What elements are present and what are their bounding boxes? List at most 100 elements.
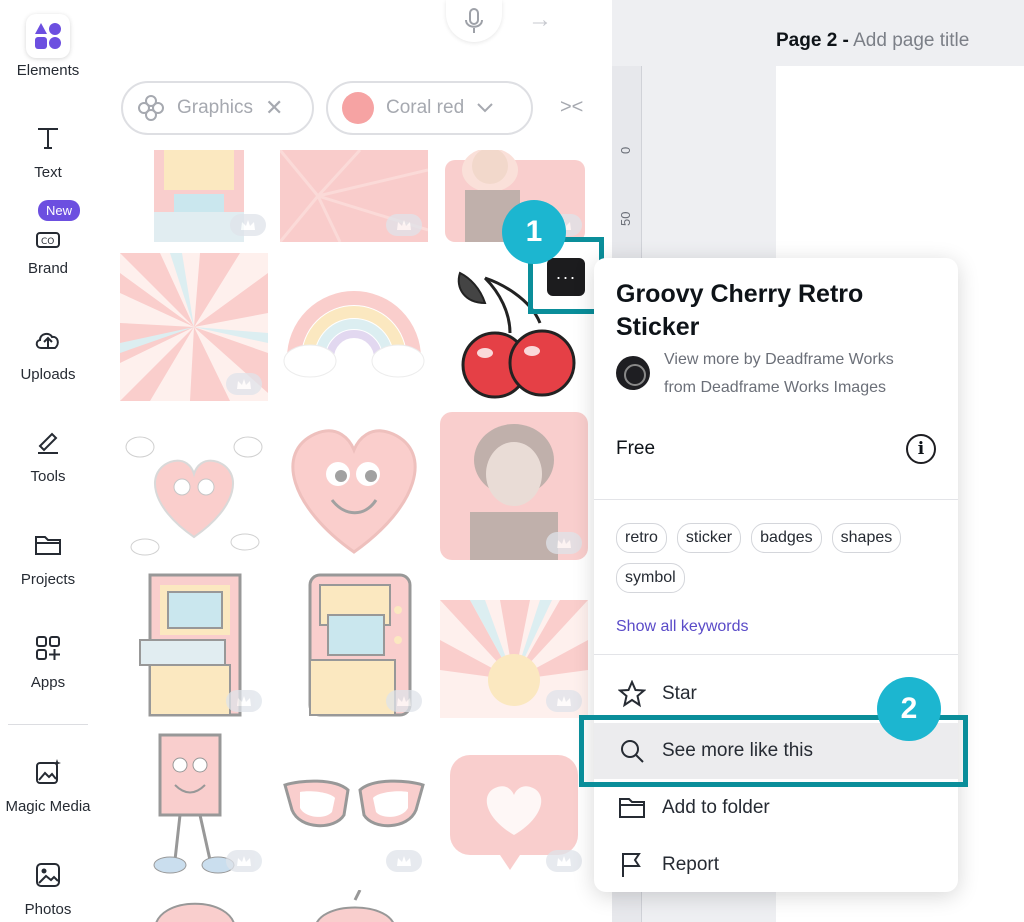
grid-item-sunburst-square[interactable] [120, 253, 268, 401]
grid-item-sunglasses[interactable] [280, 730, 428, 878]
divider [594, 499, 958, 500]
page-label: Page 2 - [776, 30, 849, 51]
premium-crown-icon [546, 850, 582, 872]
premium-crown-icon [386, 690, 422, 712]
premium-crown-icon [226, 850, 262, 872]
close-icon[interactable]: ✕ [265, 95, 283, 121]
grid-item-partial[interactable] [150, 890, 240, 922]
grid-item-arcade-game[interactable] [120, 570, 268, 718]
svg-text:CO: CO [41, 237, 54, 247]
sidebar-item-text[interactable]: Text [0, 116, 96, 181]
menu-item-report[interactable]: Report [594, 837, 958, 893]
folder-icon [619, 798, 645, 818]
price-row: Free i [616, 434, 936, 464]
keyword-chip[interactable]: symbol [616, 563, 685, 593]
grid-item-arcade-cabinet[interactable] [124, 150, 272, 242]
grid-item-heart-bubble[interactable] [440, 730, 588, 878]
keyword-list: retro sticker badges shapes symbol [616, 523, 946, 593]
sidebar-item-photos[interactable]: Photos [0, 853, 96, 918]
folder-icon [26, 523, 70, 567]
grid-item-arcade-machine[interactable] [280, 570, 428, 718]
filter-chip-graphics[interactable]: Graphics ✕ [121, 81, 314, 135]
sidebar-item-tools[interactable]: Tools [0, 420, 96, 485]
ruler-mark: 50 [618, 211, 633, 226]
item-title: Groovy Cherry Retro Sticker [616, 280, 864, 341]
sidebar: Elements Text New CO Brand Uploads Tools… [0, 0, 96, 922]
info-icon[interactable]: i [906, 434, 936, 464]
sidebar-item-label: Magic Media [5, 798, 91, 815]
sidebar-item-label: Elements [16, 62, 80, 79]
cloud-upload-icon [26, 318, 70, 362]
sidebar-item-label: Tools [30, 468, 66, 485]
color-swatch [342, 92, 374, 124]
new-badge: New [38, 200, 81, 221]
author-source: from Deadframe Works Images [664, 379, 886, 396]
show-all-keywords-link[interactable]: Show all keywords [616, 618, 749, 636]
sidebar-item-label: Projects [20, 571, 76, 588]
more-filters-icon[interactable]: >< [560, 96, 583, 119]
page-title[interactable]: Page 2 - Add page title [776, 30, 969, 52]
menu-item-label: Report [662, 854, 720, 875]
premium-crown-icon [546, 532, 582, 554]
sidebar-item-projects[interactable]: Projects [0, 523, 96, 588]
premium-crown-icon [386, 850, 422, 872]
avatar [616, 356, 650, 390]
keyword-chip[interactable]: sticker [676, 523, 742, 553]
apps-grid-icon [26, 626, 70, 670]
premium-crown-icon [226, 373, 262, 395]
voice-search-button[interactable] [446, 0, 502, 42]
sidebar-item-elements[interactable]: Elements [0, 14, 96, 79]
price-label: Free [616, 438, 656, 459]
sidebar-item-brand[interactable]: CO Brand [0, 220, 96, 277]
premium-crown-icon [386, 214, 422, 236]
step-marker-2: 2 [877, 677, 941, 741]
author-link[interactable]: View more by Deadframe Works [664, 346, 894, 374]
text-icon [26, 116, 70, 160]
grid-item-rainbow[interactable] [280, 253, 428, 401]
grid-item-smiling-heart[interactable] [280, 412, 428, 560]
sidebar-item-label: Apps [30, 674, 66, 691]
divider [594, 654, 958, 655]
sidebar-item-label: Text [34, 164, 62, 181]
keyword-chip[interactable]: shapes [831, 523, 902, 553]
sidebar-item-label: Uploads [20, 366, 76, 383]
photo-icon [26, 853, 70, 897]
ruler-mark: 0 [618, 146, 633, 154]
grid-item-sunburst-rectangle[interactable] [280, 150, 428, 242]
sidebar-item-magic-media[interactable]: Magic Media [0, 750, 96, 815]
sidebar-item-apps[interactable]: Apps [0, 626, 96, 691]
keyword-chip[interactable]: retro [616, 523, 667, 553]
sidebar-item-uploads[interactable]: Uploads [0, 318, 96, 383]
star-icon [618, 680, 646, 708]
premium-crown-icon [546, 690, 582, 712]
menu-item-label: Star [662, 683, 697, 704]
page-title-placeholder[interactable]: Add page title [853, 30, 969, 51]
step-marker-1: 1 [502, 200, 566, 264]
premium-crown-icon [226, 690, 262, 712]
results-grid [110, 150, 600, 922]
keyword-chip[interactable]: badges [751, 523, 822, 553]
sidebar-item-label: Brand [27, 260, 69, 277]
author-info[interactable]: View more by Deadframe Works from Deadfr… [616, 346, 894, 402]
sidebar-item-label: Photos [24, 901, 72, 918]
grid-item-heart-character[interactable] [120, 412, 268, 560]
menu-item-add-to-folder[interactable]: Add to folder [594, 780, 958, 836]
grid-item-shh-woman[interactable] [440, 412, 588, 560]
item-details-popover: Groovy Cherry Retro Sticker View more by… [594, 258, 958, 892]
magic-image-icon [26, 750, 70, 794]
grid-item-sunset-burst[interactable] [440, 570, 588, 718]
filter-chip-label: Graphics [177, 97, 254, 118]
elements-icon [26, 14, 70, 58]
sidebar-divider [8, 724, 88, 725]
filter-chip-color[interactable]: Coral red [326, 81, 533, 135]
premium-crown-icon [230, 214, 266, 236]
arrow-right-icon[interactable]: → [528, 6, 552, 34]
chevron-down-icon [477, 103, 493, 113]
filter-chip-label: Coral red [386, 97, 465, 118]
flag-icon [622, 853, 641, 877]
brand-icon: CO [26, 220, 70, 256]
menu-item-label: Add to folder [662, 797, 770, 818]
grid-item-partial[interactable] [310, 890, 400, 922]
grid-item-book-character[interactable] [120, 730, 268, 878]
microphone-icon [465, 8, 483, 33]
